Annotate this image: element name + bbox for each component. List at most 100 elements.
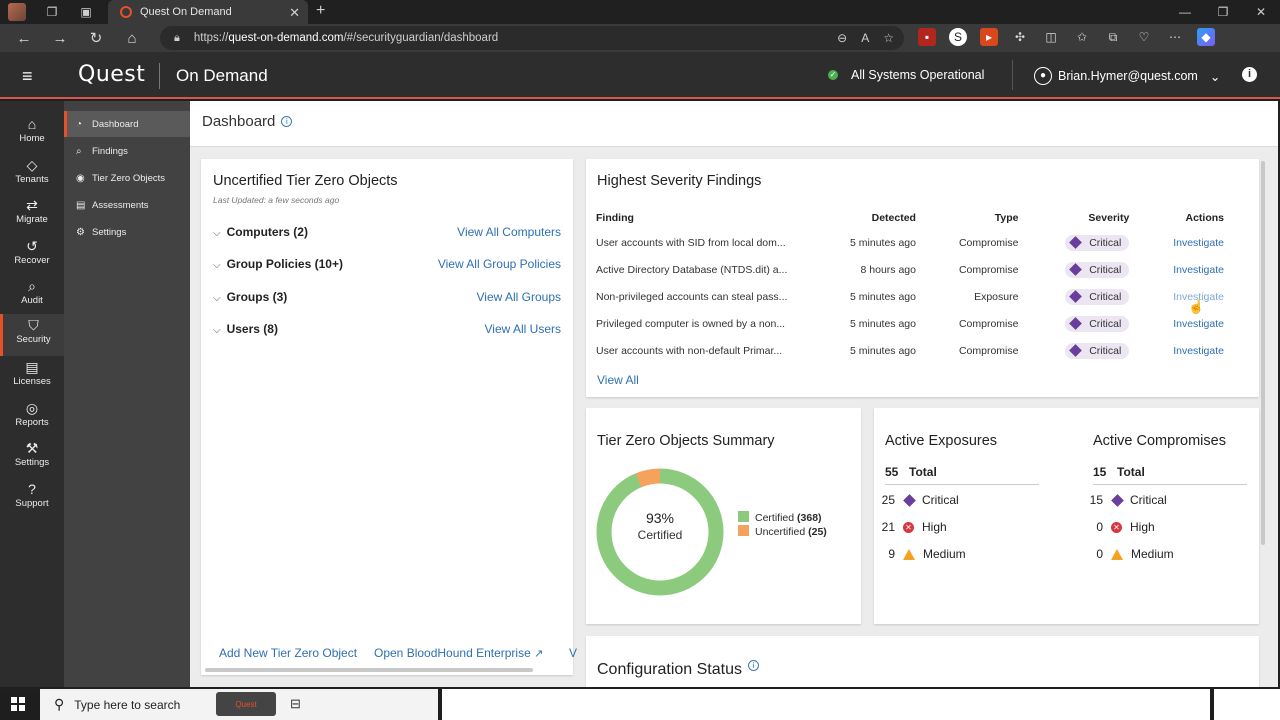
add-tier-zero-link[interactable]: Add New Tier Zero Object	[219, 646, 357, 660]
detected-cell: 5 minutes ago	[850, 290, 916, 303]
rail-item-home[interactable]: ⌂ Home	[0, 113, 64, 153]
rail-item-security[interactable]: ⛉ Security	[0, 314, 64, 356]
investigate-link[interactable]: Investigate	[1173, 318, 1224, 330]
windows-start-icon[interactable]	[11, 697, 25, 711]
configuration-title: Configuration Status i	[597, 660, 759, 679]
legend-value: (368)	[797, 512, 822, 524]
more-menu-icon[interactable]: ⋯	[1166, 28, 1184, 46]
view-all-computers-link[interactable]: View All Computers	[457, 225, 561, 239]
total-count: 55	[885, 465, 899, 479]
col-severity[interactable]: Severity	[1018, 207, 1129, 229]
extensions-puzzle-icon[interactable]: ✣	[1011, 28, 1029, 46]
subnav-item-findings[interactable]: ⌕ Findings	[64, 138, 190, 164]
user-menu[interactable]: ● Brian.Hymer@quest.com ⌄	[1034, 67, 1220, 85]
tab-actions-icon[interactable]: ▣	[74, 0, 98, 24]
investigate-link[interactable]: Investigate	[1173, 264, 1224, 276]
new-tab-icon[interactable]: +	[316, 2, 325, 20]
col-detected[interactable]: Detected	[832, 207, 916, 229]
rail-item-support[interactable]: ? Support	[0, 478, 64, 518]
rail-item-settings[interactable]: ⚒ Settings	[0, 437, 64, 477]
collections-icon[interactable]: ⧉	[1104, 28, 1122, 46]
back-icon[interactable]: ←	[6, 24, 42, 52]
col-finding[interactable]: Finding	[596, 207, 832, 229]
read-aloud-icon[interactable]: A	[861, 31, 869, 45]
extension-s-icon[interactable]: S	[949, 28, 967, 46]
table-row[interactable]: Active Directory Database (NTDS.dit) a..…	[596, 256, 1236, 283]
exposures-medium-row[interactable]: 9 Medium	[871, 547, 965, 561]
table-row[interactable]: Privileged computer is owned by a non...…	[596, 310, 1236, 337]
home-browser-icon[interactable]: ⌂	[114, 24, 150, 52]
investigate-link[interactable]: Investigate	[1173, 345, 1224, 357]
severity-badge: Critical	[1065, 261, 1130, 278]
close-tab-icon[interactable]: ✕	[289, 5, 300, 21]
forward-icon[interactable]: →	[42, 24, 78, 52]
maximize-icon[interactable]: ❐	[1204, 0, 1242, 24]
exposures-title: Active Exposures	[885, 433, 998, 449]
system-status[interactable]: ✓ All Systems Operational	[828, 68, 984, 82]
extension-orange-icon[interactable]: ▸	[980, 28, 998, 46]
browser-essentials-icon[interactable]: ♡	[1135, 28, 1153, 46]
favorites-icon[interactable]: ✩	[1073, 28, 1091, 46]
user-email: Brian.Hymer@quest.com	[1058, 69, 1198, 83]
table-row[interactable]: User accounts with SID from local dom...…	[596, 229, 1236, 256]
table-row[interactable]: User accounts with non-default Primar...…	[596, 337, 1236, 364]
quest-logo[interactable]: Quest	[78, 62, 145, 87]
findings-header-row: Finding Detected Type Severity Actions	[596, 207, 1236, 229]
compromises-medium-row[interactable]: 0 Medium	[1079, 547, 1173, 561]
info-icon[interactable]: i	[1242, 67, 1257, 82]
rail-item-reports[interactable]: ◎ Reports	[0, 397, 64, 437]
view-all-findings-link[interactable]: View All	[597, 373, 639, 387]
view-all-groups-link[interactable]: View All Groups	[477, 290, 562, 304]
investigate-link[interactable]: Investigate	[1173, 237, 1224, 249]
taskbar-quest-app[interactable]: Quest	[216, 692, 276, 716]
rail-item-licenses[interactable]: ▤ Licenses	[0, 356, 64, 396]
compromises-critical-row[interactable]: 15 Critical	[1079, 493, 1167, 507]
open-bloodhound-link[interactable]: Open BloodHound Enterprise ↗	[374, 646, 543, 660]
subnav-item-settings[interactable]: ⚙ Settings	[64, 219, 190, 245]
summary-title: Tier Zero Objects Summary	[597, 433, 775, 449]
group-row-groups[interactable]: ⌵ Groups (3) View All Groups	[213, 290, 561, 306]
more-footer-link[interactable]: V	[569, 646, 577, 660]
rail-item-recover[interactable]: ↺ Recover	[0, 235, 64, 275]
table-row[interactable]: Non-privileged accounts can steal pass..…	[596, 283, 1236, 310]
task-view-icon[interactable]: ⊟	[290, 696, 301, 712]
extension-red-icon[interactable]: ▪	[918, 28, 936, 46]
high-x-icon: ✕	[903, 521, 914, 533]
minimize-icon[interactable]: —	[1166, 0, 1204, 24]
compromises-high-row[interactable]: 0 ✕ High	[1079, 520, 1154, 534]
group-row-group-policies[interactable]: ⌵ Group Policies (10+) View All Group Poli…	[213, 257, 561, 273]
view-all-group-policies-link[interactable]: View All Group Policies	[438, 257, 561, 271]
rail-item-audit[interactable]: ⌕ Audit	[0, 275, 64, 315]
split-screen-icon[interactable]: ◫	[1042, 28, 1060, 46]
zoom-icon[interactable]: ⊖	[837, 31, 847, 45]
view-all-users-link[interactable]: View All Users	[485, 322, 561, 336]
subnav-item-assessments[interactable]: ▤ Assessments	[64, 192, 190, 218]
subnav-label: Findings	[92, 145, 128, 157]
critical-diamond-icon	[1069, 317, 1083, 330]
rail-item-migrate[interactable]: ⇄ Migrate	[0, 194, 64, 234]
exposures-critical-row[interactable]: 25 Critical	[871, 493, 959, 507]
exposures-high-row[interactable]: 21 ✕ High	[871, 520, 947, 534]
workspaces-icon[interactable]: ❐	[40, 0, 64, 24]
group-row-computers[interactable]: ⌵ Computers (2) View All Computers	[213, 225, 561, 241]
rail-item-tenants[interactable]: ◇ Tenants	[0, 154, 64, 194]
subnav-item-dashboard[interactable]: ◔ Dashboard	[64, 111, 190, 137]
hamburger-menu-icon[interactable]: ≡	[22, 66, 33, 87]
critical-diamond-icon	[1069, 290, 1083, 303]
url-bar[interactable]: 🔒︎ https://quest-on-demand.com/#/securit…	[160, 26, 904, 50]
support-icon: ?	[28, 481, 36, 497]
horizontal-scrollbar[interactable]	[205, 668, 533, 672]
subnav-item-tier-zero[interactable]: ◉ Tier Zero Objects	[64, 165, 190, 191]
info-icon[interactable]: i	[747, 660, 759, 671]
count: 9	[888, 547, 895, 561]
close-window-icon[interactable]: ✕	[1242, 0, 1280, 24]
favorite-star-icon[interactable]: ☆	[883, 31, 894, 45]
refresh-icon[interactable]: ↻	[78, 24, 114, 52]
browser-tab[interactable]: Quest On Demand ✕	[108, 0, 308, 24]
col-type[interactable]: Type	[916, 207, 1019, 229]
info-icon[interactable]: i	[281, 116, 293, 127]
group-row-users[interactable]: ⌵ Users (8) View All Users	[213, 322, 561, 338]
profile-avatar[interactable]	[8, 3, 26, 21]
vertical-scrollbar[interactable]	[1261, 161, 1265, 545]
copilot-icon[interactable]: ◆	[1197, 28, 1215, 46]
